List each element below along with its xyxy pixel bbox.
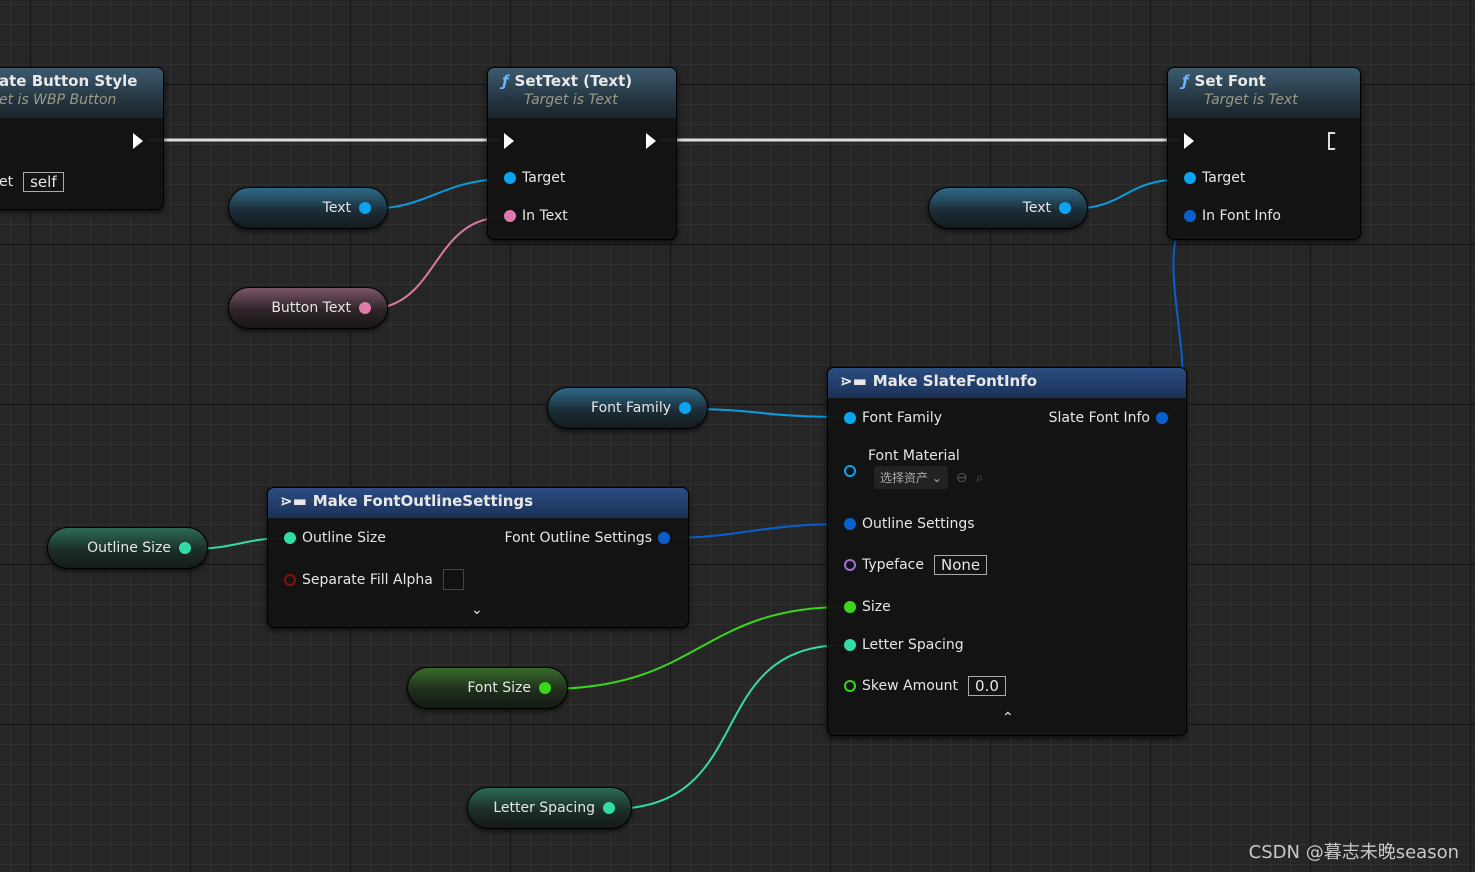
int-pin-icon[interactable] (539, 682, 551, 694)
pin-label: Font Outline Settings (504, 530, 652, 546)
exec-out-pin[interactable] (646, 133, 656, 149)
pin-label: Font Family (862, 410, 942, 426)
object-pin-icon[interactable] (1059, 202, 1071, 214)
collapse-chevron-icon[interactable]: ⌃ (1002, 710, 1014, 726)
letter-spacing-variable-node[interactable]: Letter Spacing (467, 787, 632, 829)
pin-label: Letter Spacing (862, 637, 964, 653)
pin-label: Size (862, 599, 891, 615)
variable-label: Button Text (271, 300, 351, 316)
wire-outline-settings (665, 523, 846, 539)
function-icon: ƒ (1182, 72, 1189, 90)
text-pin-icon[interactable] (359, 302, 371, 314)
use-selected-asset-icon[interactable]: ⊖ (956, 470, 968, 486)
pin-label: In Font Info (1202, 208, 1281, 224)
node-title: Make SlateFontInfo (872, 372, 1038, 390)
bool-pin-icon[interactable] (284, 573, 296, 586)
outline-size-variable-node[interactable]: Outline Size (47, 527, 208, 569)
pin-label: Typeface (862, 557, 924, 573)
settext-node[interactable]: ƒ SetText (Text) Target is Text Target In… (487, 67, 677, 240)
button-text-variable-node[interactable]: Button Text (228, 287, 388, 329)
watermark: CSDN @暮志未晚season (1248, 842, 1459, 863)
variable-label: Text (322, 200, 351, 216)
pin-label: et (0, 174, 14, 190)
browse-search-icon[interactable]: ⌕ (976, 470, 984, 486)
font-size-variable-node[interactable]: Font Size (407, 667, 568, 709)
node-title: ate Button Style (0, 72, 138, 90)
struct-pin-icon[interactable] (1184, 210, 1196, 222)
skew-amount-field[interactable]: 0.0 (968, 676, 1006, 696)
pin-label: Slate Font Info (1048, 410, 1150, 426)
node-header: ate Button Style et is WBP Button (0, 68, 163, 118)
wire-buttontext-intext (366, 216, 506, 310)
update-button-style-node[interactable]: ate Button Style et is WBP Button et sel… (0, 67, 164, 210)
float-pin-icon[interactable] (179, 542, 191, 554)
exec-in-pin[interactable] (504, 133, 514, 149)
pin-label: Outline Settings (862, 516, 975, 532)
variable-label: Text (1022, 200, 1051, 216)
text-variable-node[interactable]: Text (928, 187, 1088, 229)
make-struct-icon: ⋗▬ (280, 492, 307, 510)
object-pin-icon[interactable] (844, 412, 856, 424)
node-subtitle: Target is Text (1204, 92, 1298, 108)
float-pin-icon[interactable] (284, 532, 296, 544)
node-header: ƒ Set Font Target is Text (1168, 68, 1360, 118)
variable-label: Letter Spacing (493, 800, 595, 816)
font-family-variable-node[interactable]: Font Family (547, 387, 708, 429)
typeface-field[interactable]: None (933, 555, 988, 575)
asset-picker-dropdown[interactable]: 选择资产 ⌄ (874, 466, 948, 489)
exec-in-pin[interactable] (1184, 133, 1194, 149)
pin-label: Skew Amount (862, 678, 959, 694)
object-pin-icon[interactable] (504, 172, 516, 184)
typeface-pin-icon[interactable] (844, 559, 856, 571)
struct-pin-icon[interactable] (844, 518, 856, 530)
variable-label: Outline Size (87, 540, 171, 556)
pin-label: Target (1202, 170, 1246, 186)
pin-label: Outline Size (302, 530, 386, 546)
pin-label: Separate Fill Alpha (302, 571, 433, 588)
struct-pin-icon[interactable] (1156, 412, 1168, 424)
node-subtitle: et is WBP Button (0, 92, 117, 108)
expand-chevron-icon[interactable]: ⌄ (471, 602, 483, 618)
wire-fontfamily (685, 408, 846, 418)
make-struct-icon: ⋗▬ (840, 372, 867, 390)
node-header: ⋗▬ Make SlateFontInfo (828, 368, 1186, 398)
exec-out-pin-unconnected[interactable] (1328, 132, 1339, 150)
variable-label: Font Family (591, 400, 671, 416)
node-subtitle: Target is Text (524, 92, 618, 108)
target-self-field[interactable]: self (23, 172, 64, 192)
node-title: SetText (Text) (514, 72, 633, 90)
float-pin-icon[interactable] (844, 639, 856, 651)
struct-pin-icon[interactable] (658, 532, 670, 544)
setfont-node[interactable]: ƒ Set Font Target is Text Target In Font … (1167, 67, 1361, 240)
node-header: ƒ SetText (Text) Target is Text (488, 68, 676, 118)
int-pin-icon[interactable] (844, 601, 856, 613)
object-pin-icon[interactable] (679, 402, 691, 414)
text-pin-icon[interactable] (504, 210, 516, 222)
pin-label: Target (522, 170, 566, 186)
variable-label: Font Size (467, 680, 531, 696)
float-pin-icon[interactable] (603, 802, 615, 814)
function-icon: ƒ (502, 72, 509, 90)
wire-letter-spacing (610, 644, 846, 810)
pin-label: In Text (522, 208, 568, 224)
node-header: ⋗▬ Make FontOutlineSettings (268, 488, 688, 518)
make-fontoutlinesettings-node[interactable]: ⋗▬ Make FontOutlineSettings Outline Size … (267, 487, 689, 628)
object-pin-icon[interactable] (359, 202, 371, 214)
int-pin-icon[interactable] (844, 680, 856, 692)
text-variable-node[interactable]: Text (228, 187, 388, 229)
node-title: Set Font (1194, 72, 1266, 90)
node-title: Make FontOutlineSettings (312, 492, 534, 510)
separate-fill-alpha-checkbox[interactable] (442, 569, 464, 590)
pin-label: Font Material (868, 448, 960, 464)
object-pin-icon[interactable] (1184, 172, 1196, 184)
make-slatefontinfo-node[interactable]: ⋗▬ Make SlateFontInfo Font Family Slate F… (827, 367, 1187, 736)
object-pin-icon[interactable] (844, 465, 856, 477)
exec-out-pin[interactable] (133, 133, 143, 149)
